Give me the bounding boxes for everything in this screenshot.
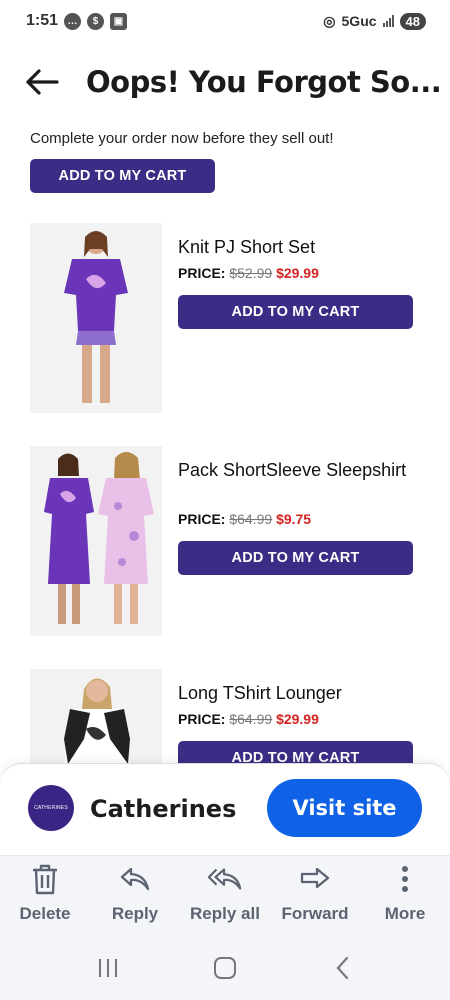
app-notification-icon: ▣ [110,12,128,30]
price-label: PRICE: [178,711,226,727]
delete-label: Delete [19,904,71,923]
price-line: PRICE: $52.99 $29.99 [178,265,319,281]
home-icon[interactable] [205,948,245,988]
system-navigation-bar [0,935,450,1000]
product-name[interactable]: Long TShirt Lounger [178,682,418,705]
old-price: $64.99 [229,511,273,527]
sale-price: $29.99 [276,265,319,281]
battery-indicator: 48 [399,12,426,30]
product-image[interactable] [30,446,162,636]
product-name[interactable]: Pack ShortSleeve Sleepshirt [178,459,418,482]
visit-site-button[interactable]: Visit site [267,779,422,837]
product-name[interactable]: Knit PJ Short Set [178,236,418,259]
reply-all-button[interactable]: Reply all [181,862,269,924]
email-action-toolbar: Delete Reply Reply all Forward More [0,855,450,935]
network-type: 5Guc [341,13,377,29]
sale-price: $9.75 [276,511,312,527]
notification-icon: $ [87,12,105,30]
back-nav-icon[interactable] [322,948,362,988]
add-to-cart-button[interactable]: ADD TO MY CART [30,159,215,193]
forward-icon [297,862,333,896]
more-label: More [384,904,426,923]
intro-text: Complete your order now before they sell… [30,130,334,147]
delete-button[interactable]: Delete [1,862,89,924]
more-button[interactable]: More [361,862,449,924]
status-right: ◎ 5Guc 48 [323,12,426,30]
price-line: PRICE: $64.99 $29.99 [178,711,319,727]
sender-avatar[interactable]: CATHERINES [28,785,74,831]
old-price: $64.99 [229,711,273,727]
status-time: 1:51 [26,12,59,29]
price-label: PRICE: [178,511,226,527]
status-bar: 1:51 … $ ▣ ◎ 5Guc 48 [0,0,450,42]
product-image[interactable] [30,223,162,413]
email-header: Oops! You Forgot So... [0,58,450,106]
reply-all-label: Reply all [190,904,260,923]
hotspot-icon: ◎ [323,12,336,29]
status-left: 1:51 … $ ▣ [26,12,128,30]
add-to-cart-button[interactable]: ADD TO MY CART [178,541,413,575]
sale-price: $29.99 [276,711,319,727]
reply-all-icon [207,862,243,896]
reply-icon [117,862,153,896]
sender-card: CATHERINES Catherines Visit site [0,763,450,855]
reply-label: Reply [111,904,159,923]
add-to-cart-button[interactable]: ADD TO MY CART [178,295,413,329]
trash-icon [27,862,63,896]
signal-icon [382,15,394,27]
page-title: Oops! You Forgot So... [86,65,442,99]
more-vertical-icon [387,862,423,896]
forward-label: Forward [281,904,349,923]
forward-button[interactable]: Forward [271,862,359,924]
product-image[interactable] [30,669,162,764]
price-line: PRICE: $64.99 $9.75 [178,511,311,527]
back-arrow-icon[interactable] [12,58,72,106]
old-price: $52.99 [229,265,273,281]
sender-name[interactable]: Catherines [90,795,236,823]
reply-button[interactable]: Reply [91,862,179,924]
message-notification-icon: … [64,12,82,30]
price-label: PRICE: [178,265,226,281]
recent-apps-icon[interactable] [88,948,128,988]
